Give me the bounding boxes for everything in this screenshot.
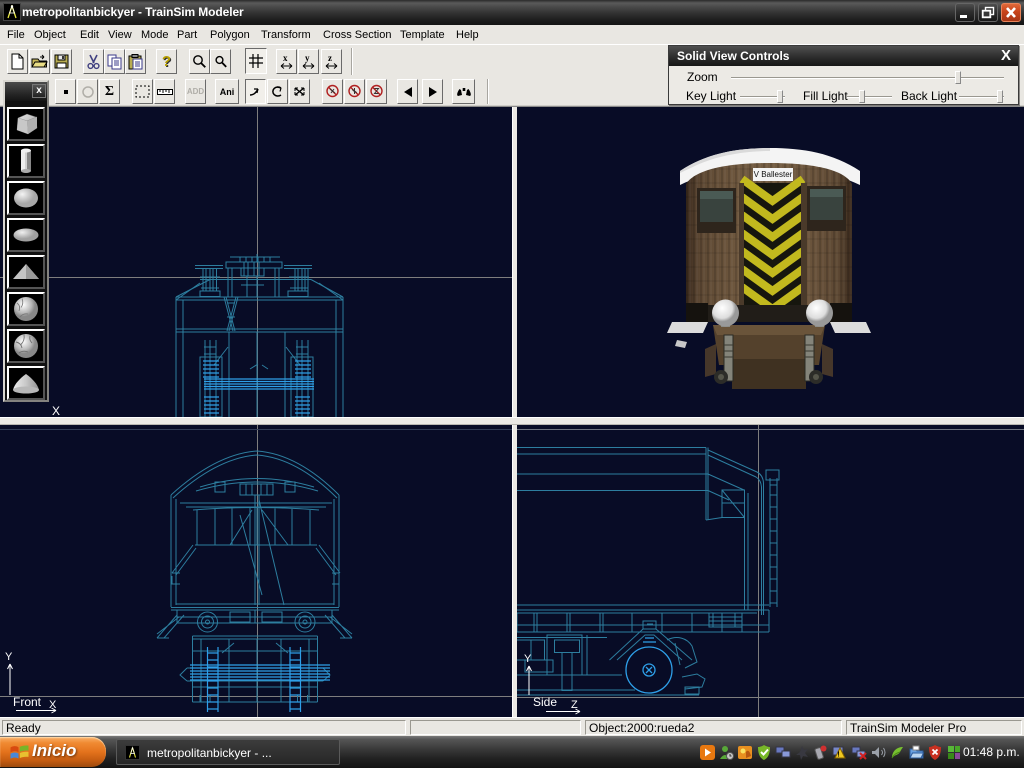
svg-text:x: x <box>283 53 288 63</box>
svg-text:Z: Z <box>571 699 578 711</box>
svg-text:X: X <box>52 404 60 417</box>
svg-text:V Ballester: V Ballester <box>754 170 793 179</box>
svg-text:z: z <box>328 53 332 63</box>
svg-text:X: X <box>49 699 57 711</box>
svg-text:Front: Front <box>13 695 42 709</box>
svg-text:Y: Y <box>5 651 13 663</box>
svg-text:y: y <box>305 53 310 63</box>
svg-text:!: ! <box>837 752 839 759</box>
svg-text:Y: Y <box>524 653 532 665</box>
svg-text:Side: Side <box>533 695 557 709</box>
